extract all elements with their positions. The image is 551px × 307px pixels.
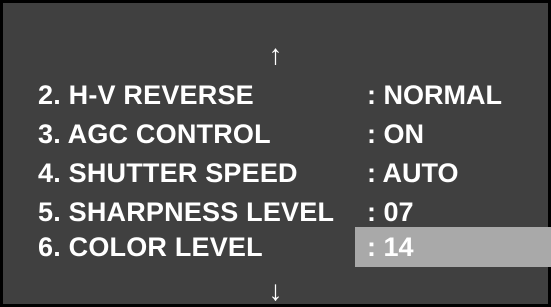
menu-item-value-highlight[interactable]: : 14 [355,227,551,267]
menu-item-label: 5. SHARPNESS LEVEL [38,197,335,227]
menu-item-label: 2. H-V REVERSE [38,80,254,110]
menu-item-label: 6. COLOR LEVEL [38,232,263,262]
menu-item-value: : ON [367,119,424,149]
menu-item-value: : 07 [367,197,414,227]
osd-menu-panel: ↑ 2. H-V REVERSE : NORMAL 3. AGC CONTROL… [0,0,551,307]
menu-item-h-v-reverse[interactable]: 2. H-V REVERSE : NORMAL [3,75,551,115]
scroll-up-arrow-icon[interactable]: ↑ [3,41,548,69]
menu-item-shutter-speed[interactable]: 4. SHUTTER SPEED : AUTO [3,153,551,193]
menu-item-label: 4. SHUTTER SPEED [38,158,298,188]
scroll-down-arrow-icon[interactable]: ↓ [3,277,548,305]
menu-item-value-field[interactable]: : AUTO [355,153,551,193]
menu-item-value-field[interactable]: : 07 [355,192,551,232]
menu-item-sharpness-level[interactable]: 5. SHARPNESS LEVEL : 07 [3,192,551,232]
menu-item-value: : 14 [367,232,414,262]
menu-item-value-field[interactable]: : ON [355,114,551,154]
menu-item-label: 3. AGC CONTROL [38,119,271,149]
menu-item-value: : AUTO [367,158,459,188]
menu-item-value: : NORMAL [367,80,502,110]
menu-item-color-level[interactable]: 6. COLOR LEVEL : 14 [3,227,551,267]
menu-item-value-field[interactable]: : NORMAL [355,75,551,115]
menu-item-agc-control[interactable]: 3. AGC CONTROL : ON [3,114,551,154]
